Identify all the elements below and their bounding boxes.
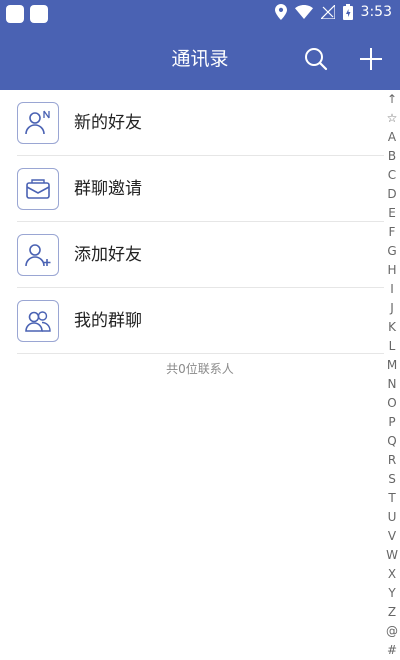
index-letter[interactable]: H — [387, 261, 396, 280]
index-letter[interactable]: D — [387, 185, 396, 204]
battery-icon — [342, 4, 353, 20]
index-letter[interactable]: Z — [388, 603, 396, 622]
menu-item-add-friend[interactable]: 添加好友 — [0, 222, 384, 288]
notification-icon — [6, 5, 24, 23]
index-letter[interactable]: V — [388, 527, 396, 546]
divider — [17, 353, 384, 354]
index-letter[interactable]: P — [388, 413, 395, 432]
index-letter[interactable]: Q — [387, 432, 396, 451]
menu-item-label: 群聊邀请 — [74, 179, 142, 199]
index-letter[interactable]: W — [386, 546, 398, 565]
status-bar: 3:53 — [0, 0, 400, 28]
menu-item-group-invites[interactable]: 群聊邀请 — [0, 156, 384, 222]
index-letter[interactable]: # — [387, 641, 397, 660]
page-title: 通讯录 — [171, 48, 229, 70]
index-letter[interactable]: S — [388, 470, 396, 489]
notification-icon — [30, 5, 48, 23]
plus-icon — [360, 48, 382, 70]
index-letter[interactable]: L — [389, 337, 396, 356]
index-letter[interactable]: A — [388, 128, 396, 147]
index-letter[interactable]: B — [388, 147, 396, 166]
my-groups-icon — [17, 300, 59, 342]
search-icon — [305, 48, 328, 71]
index-letter[interactable]: G — [387, 242, 396, 261]
contacts-menu: 新的好友 群聊邀请 添加好友 我的群聊 — [0, 90, 384, 354]
index-letter[interactable]: F — [389, 223, 396, 242]
index-letter[interactable]: C — [388, 166, 396, 185]
index-letter[interactable]: N — [388, 375, 397, 394]
group-invite-icon — [17, 168, 59, 210]
index-letter[interactable]: J — [390, 299, 394, 318]
index-letter[interactable]: ☆ — [387, 109, 398, 128]
index-letter[interactable]: E — [388, 204, 396, 223]
index-letter[interactable]: X — [388, 565, 396, 584]
index-letter[interactable]: @ — [386, 622, 398, 641]
new-friend-icon — [17, 102, 59, 144]
menu-item-label: 新的好友 — [74, 113, 142, 133]
index-letter[interactable]: T — [388, 489, 395, 508]
menu-item-new-friends[interactable]: 新的好友 — [0, 90, 384, 156]
menu-item-my-groups[interactable]: 我的群聊 — [0, 288, 384, 354]
index-letter[interactable]: U — [388, 508, 397, 527]
index-letter[interactable]: ↑ — [387, 90, 397, 109]
wifi-icon — [294, 5, 313, 19]
add-friend-icon — [17, 234, 59, 276]
alphabet-index[interactable]: ↑ ☆ A B C D E F G H I J K L M N O P Q R S T U V W X Y Z @ # — [384, 90, 400, 660]
index-letter[interactable]: Y — [388, 584, 395, 603]
status-time: 3:53 — [360, 4, 392, 20]
search-button[interactable] — [301, 44, 331, 74]
menu-item-label: 我的群聊 — [74, 311, 142, 331]
index-letter[interactable]: I — [390, 280, 394, 299]
signal-icon — [320, 5, 335, 19]
index-letter[interactable]: R — [388, 451, 396, 470]
add-button[interactable] — [356, 44, 386, 74]
index-letter[interactable]: O — [387, 394, 396, 413]
index-letter[interactable]: K — [388, 318, 396, 337]
contact-count: 共0位联系人 — [166, 362, 234, 376]
location-icon — [274, 4, 287, 20]
index-letter[interactable]: M — [387, 356, 397, 375]
menu-item-label: 添加好友 — [74, 245, 142, 265]
app-header: 通讯录 — [0, 28, 400, 90]
